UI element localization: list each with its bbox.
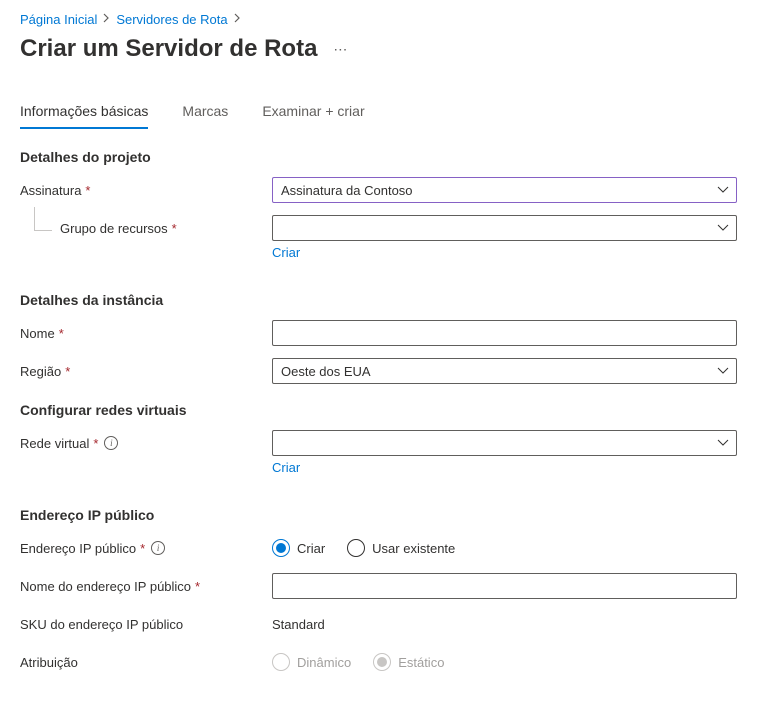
label-name: Nome (20, 326, 55, 341)
radio-icon (347, 539, 365, 557)
required-mark: * (172, 221, 177, 236)
section-instance-details: Detalhes da instância (20, 292, 737, 308)
vnet-select[interactable] (272, 430, 737, 456)
chevron-right-icon (103, 13, 110, 26)
label-public-ip-sku: SKU do endereço IP público (20, 617, 183, 632)
info-icon[interactable]: i (104, 436, 118, 450)
label-resource-group: Grupo de recursos (60, 221, 168, 236)
radio-static: Estático (373, 653, 444, 671)
tab-review[interactable]: Examinar + criar (262, 103, 364, 129)
breadcrumb: Página Inicial Servidores de Rota (20, 12, 737, 27)
radio-static-label: Estático (398, 655, 444, 670)
radio-icon (272, 653, 290, 671)
page-title: Criar um Servidor de Rota (20, 35, 317, 63)
name-input[interactable] (272, 320, 737, 346)
required-mark: * (195, 579, 200, 594)
radio-icon (373, 653, 391, 671)
label-public-ip-name: Nome do endereço IP público (20, 579, 191, 594)
public-ip-name-input[interactable] (272, 573, 737, 599)
subscription-select[interactable]: Assinatura da Contoso (272, 177, 737, 203)
resource-group-select[interactable] (272, 215, 737, 241)
section-configure-vnets: Configurar redes virtuais (20, 402, 737, 418)
label-subscription: Assinatura (20, 183, 81, 198)
chevron-right-icon (234, 13, 241, 26)
region-value: Oeste dos EUA (281, 364, 371, 379)
section-public-ip: Endereço IP público (20, 507, 737, 523)
tabs: Informações básicas Marcas Examinar + cr… (20, 103, 737, 129)
radio-dynamic-label: Dinâmico (297, 655, 351, 670)
create-resource-group-link[interactable]: Criar (272, 245, 300, 260)
tab-tags[interactable]: Marcas (182, 103, 228, 129)
breadcrumb-route-servers[interactable]: Servidores de Rota (116, 12, 227, 27)
required-mark: * (65, 364, 70, 379)
more-icon[interactable]: ⋯ (333, 41, 348, 58)
subscription-value: Assinatura da Contoso (281, 183, 413, 198)
required-mark: * (140, 541, 145, 556)
section-project-details: Detalhes do projeto (20, 149, 737, 165)
breadcrumb-home[interactable]: Página Inicial (20, 12, 97, 27)
info-icon[interactable]: i (151, 541, 165, 555)
indent-line (34, 207, 52, 231)
radio-use-existing[interactable]: Usar existente (347, 539, 455, 557)
required-mark: * (93, 436, 98, 451)
radio-create-new[interactable]: Criar (272, 539, 325, 557)
radio-use-existing-label: Usar existente (372, 541, 455, 556)
assignment-radio-group: Dinâmico Estático (272, 653, 737, 671)
radio-create-new-label: Criar (297, 541, 325, 556)
label-region: Região (20, 364, 61, 379)
required-mark: * (85, 183, 90, 198)
public-ip-radio-group: Criar Usar existente (272, 539, 737, 557)
label-public-ip: Endereço IP público (20, 541, 136, 556)
label-assignment: Atribuição (20, 655, 78, 670)
required-mark: * (59, 326, 64, 341)
radio-dynamic: Dinâmico (272, 653, 351, 671)
create-vnet-link[interactable]: Criar (272, 460, 300, 475)
public-ip-sku-value: Standard (272, 617, 325, 632)
tab-basics[interactable]: Informações básicas (20, 103, 148, 129)
label-vnet: Rede virtual (20, 436, 89, 451)
region-select[interactable]: Oeste dos EUA (272, 358, 737, 384)
radio-icon (272, 539, 290, 557)
